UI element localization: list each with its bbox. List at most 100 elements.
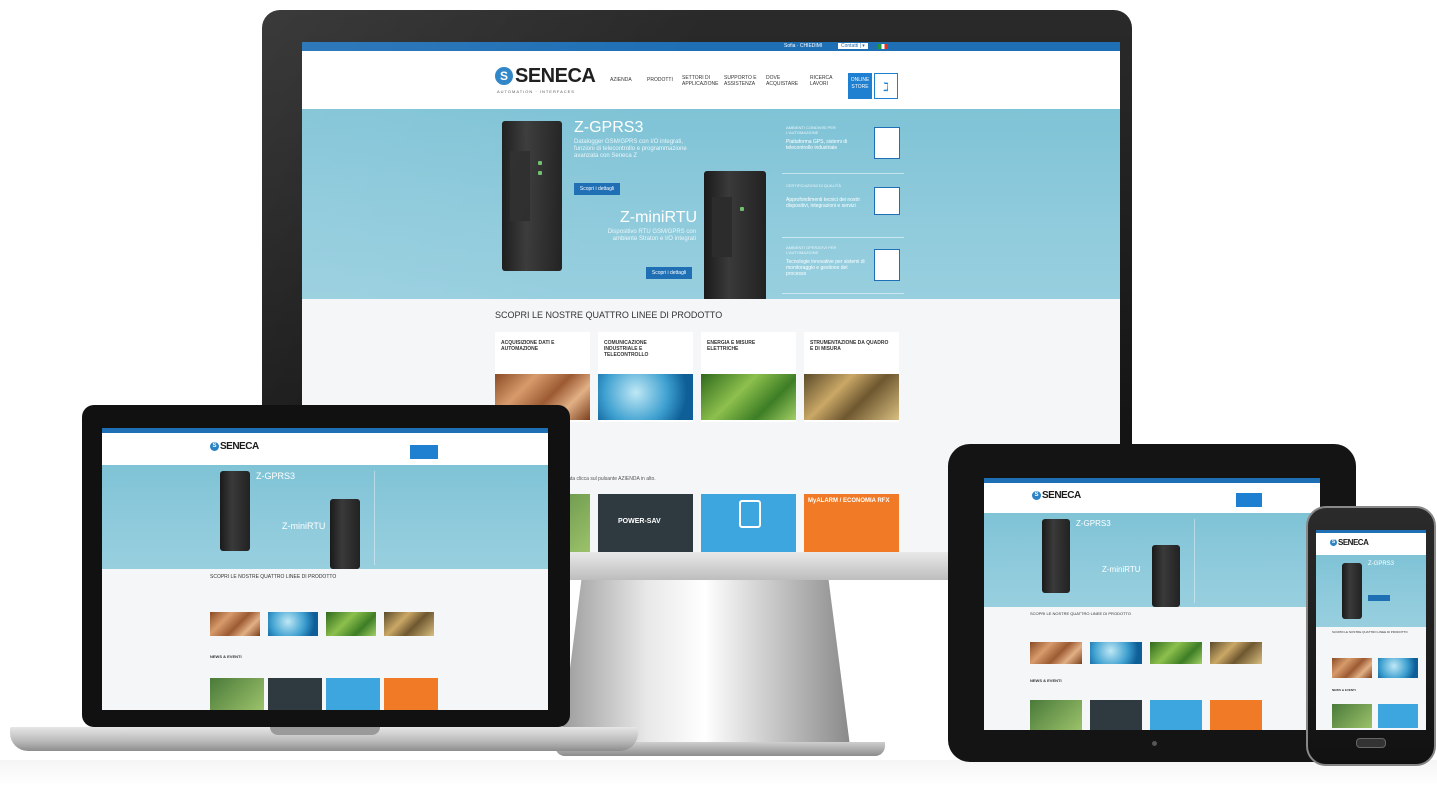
topbar-link-1[interactable]: Sofia · CHIEDIMI: [784, 43, 822, 49]
hero-title-zgprs3: Z-GPRS3: [1368, 561, 1395, 567]
logo-subtitle: AUTOMATION · INTERFACES: [497, 89, 575, 94]
logo-text[interactable]: SENECA: [1338, 538, 1369, 547]
logo-text[interactable]: SENECA: [1042, 490, 1081, 501]
hero-banner: Z-GPRS3 Datalogger GSM/GPRS con I/O inte…: [302, 109, 1120, 299]
line-card-image[interactable]: [268, 612, 318, 636]
cert-item-3[interactable]: AMBIENTI OPERATIVI PER L'AUTOMAZIONE Tec…: [782, 241, 904, 294]
hero-button-zminirtu[interactable]: Scopri i dettagli: [646, 267, 692, 279]
line-card-energia[interactable]: ENERGIA E MISURE ELETTRICHE: [701, 332, 796, 422]
line-card-image[interactable]: [1090, 642, 1142, 664]
line-card-image[interactable]: [384, 612, 434, 636]
certification-badge-icon: [874, 249, 900, 281]
cert-body: Approfondimenti tecnici dei nostri dispo…: [786, 197, 860, 209]
line-card-image: [804, 374, 899, 420]
line-card-image[interactable]: [1210, 642, 1262, 664]
nav-settori[interactable]: SETTORI DI APPLICAZIONE: [682, 75, 720, 87]
hero-banner: Z-GPRS3 Z-miniRTU: [984, 513, 1320, 607]
cert-heading: AMBIENTI OPERATIVI PER L'AUTOMAZIONE: [786, 245, 837, 255]
seneca-logo-icon[interactable]: S: [1032, 491, 1041, 500]
news-title: NEWS & EVENTI: [210, 654, 242, 659]
line-card-strumentazione[interactable]: STRUMENTAZIONE DA QUADRO E DI MISURA: [804, 332, 899, 422]
news-title: NEWS & EVENTI: [1030, 678, 1062, 683]
news-item-3[interactable]: [1378, 704, 1418, 728]
hero-button-zgprs3[interactable]: [1368, 595, 1390, 601]
cert-body: Piattaforma GPS, sistemi di telecontroll…: [786, 139, 848, 151]
news-item-3[interactable]: [1150, 700, 1202, 730]
accessibility-icon[interactable]: ℷ: [874, 73, 898, 99]
cert-item-1[interactable]: AMBIENTI CONDIVISI PER L'AUTOMAZIONE Pia…: [782, 121, 904, 174]
hero-text-zminirtu: Dispositivo RTU GSM/GPRS con ambiente St…: [607, 229, 696, 243]
cert-item-2[interactable]: CERTIFICAZIONI DI QUALITÀ Approfondiment…: [782, 179, 904, 238]
lines-section-title: SCOPRI LE NOSTRE QUATTRO LINEE DI PRODOT…: [210, 574, 337, 580]
nav-prodotti[interactable]: PRODOTTI: [647, 77, 673, 83]
product-image-zgprs3: [1342, 563, 1362, 619]
product-image-zminirtu: [330, 499, 360, 569]
hero-title-zgprs3: Z-GPRS3: [256, 471, 296, 481]
tablet-home-button[interactable]: [1152, 741, 1157, 746]
news-title: NEWS & EVENTI: [1332, 688, 1356, 692]
nav-ricerca[interactable]: RICERCA LAVORI: [810, 75, 836, 87]
seneca-logo-icon[interactable]: S: [495, 67, 513, 85]
news-item-4[interactable]: MyALARM / ECONOMIA RFX: [804, 494, 899, 552]
logo-text[interactable]: SENECA: [220, 441, 259, 452]
news-item-1[interactable]: [210, 678, 264, 710]
product-image-zgprs3: [502, 121, 562, 271]
main-nav: S SENECA: [102, 433, 548, 465]
laptop-notch: [270, 727, 380, 735]
nav-supporto[interactable]: SUPPORTO E ASSISTENZA: [724, 75, 762, 87]
line-card-image[interactable]: [1378, 658, 1418, 678]
hero-title-zminirtu: Z-miniRTU: [1102, 565, 1141, 574]
flag-icon[interactable]: [878, 44, 888, 49]
hero-title-zminirtu: Z-miniRTU: [282, 521, 326, 531]
h2o-badge-icon: [874, 187, 900, 215]
tablet-screen: S SENECA Z-GPRS3 Z-miniRTU SCOPRI LE NOS…: [984, 478, 1320, 730]
product-image-zgprs3: [1042, 519, 1070, 593]
line-card-comunicazione[interactable]: COMUNICAZIONE INDUSTRIALE E TELECONTROLL…: [598, 332, 693, 422]
nav-dove-acquistare[interactable]: DOVE ACQUISTARE: [766, 75, 798, 87]
product-image-zgprs3: [220, 471, 250, 551]
online-store-button[interactable]: [410, 445, 438, 459]
news-item-4[interactable]: [1210, 700, 1262, 730]
hero-button-zgprs3[interactable]: Scopri i dettagli: [574, 183, 620, 195]
line-card-image: [701, 374, 796, 420]
news-item-2[interactable]: [268, 678, 322, 710]
logo-text[interactable]: SENECA: [515, 65, 596, 88]
line-card-image[interactable]: [1030, 642, 1082, 664]
online-store-button[interactable]: ONLINE STORE: [848, 73, 872, 99]
tablet-icon: [739, 500, 761, 528]
topbar-link-2[interactable]: Contatti | ▾: [838, 43, 868, 49]
news-item-2[interactable]: [1090, 700, 1142, 730]
main-nav: S SENECA AUTOMATION · INTERFACES AZIENDA…: [302, 51, 1120, 109]
cert-body: Tecnologie innovative per sistemi di mon…: [786, 259, 865, 277]
news-item-3[interactable]: [701, 494, 796, 552]
news-item-label: MyALARM / ECONOMIA RFX: [808, 498, 890, 504]
news-item-3[interactable]: [326, 678, 380, 710]
product-image-zminirtu: [704, 171, 766, 299]
seneca-logo-icon[interactable]: S: [210, 442, 219, 451]
news-item-4[interactable]: [384, 678, 438, 710]
lines-section-title: SCOPRI LE NOSTRE QUATTRO LINEE DI PRODOT…: [1030, 611, 1131, 616]
news-item-1[interactable]: [1332, 704, 1372, 728]
certification-badge-icon: [874, 127, 900, 159]
laptop-screen: S SENECA Z-GPRS3 Z-miniRTU SCOPRI LE NOS…: [102, 428, 548, 710]
floor-shadow: [0, 760, 1437, 787]
cert-heading: CERTIFICAZIONI DI QUALITÀ: [786, 183, 842, 188]
line-card-title: ENERGIA E MISURE ELETTRICHE: [707, 340, 756, 352]
phone-home-button[interactable]: [1356, 738, 1386, 748]
lines-section-title: SCOPRI LE NOSTRE QUATTRO LINEE DI PRODOT…: [1332, 630, 1408, 634]
line-card-image[interactable]: [1332, 658, 1372, 678]
seneca-logo-icon[interactable]: S: [1330, 539, 1337, 546]
line-card-image[interactable]: [1150, 642, 1202, 664]
top-bar: Sofia · CHIEDIMI Contatti | ▾: [302, 42, 1120, 51]
online-store-button[interactable]: [1236, 493, 1262, 507]
news-item-label: POWER-SAV: [618, 518, 661, 525]
hero-text-zgprs3: Datalogger GSM/GPRS con I/O integrati, f…: [574, 139, 687, 160]
line-card-title: STRUMENTAZIONE DA QUADRO E DI MISURA: [810, 340, 889, 352]
news-item-2[interactable]: POWER-SAV: [598, 494, 693, 552]
news-item-1[interactable]: [1030, 700, 1082, 730]
line-card-image: [598, 374, 693, 420]
nav-azienda[interactable]: AZIENDA: [610, 77, 632, 83]
line-card-image[interactable]: [326, 612, 376, 636]
line-card-image[interactable]: [210, 612, 260, 636]
cert-heading: AMBIENTI CONDIVISI PER L'AUTOMAZIONE: [786, 125, 836, 135]
